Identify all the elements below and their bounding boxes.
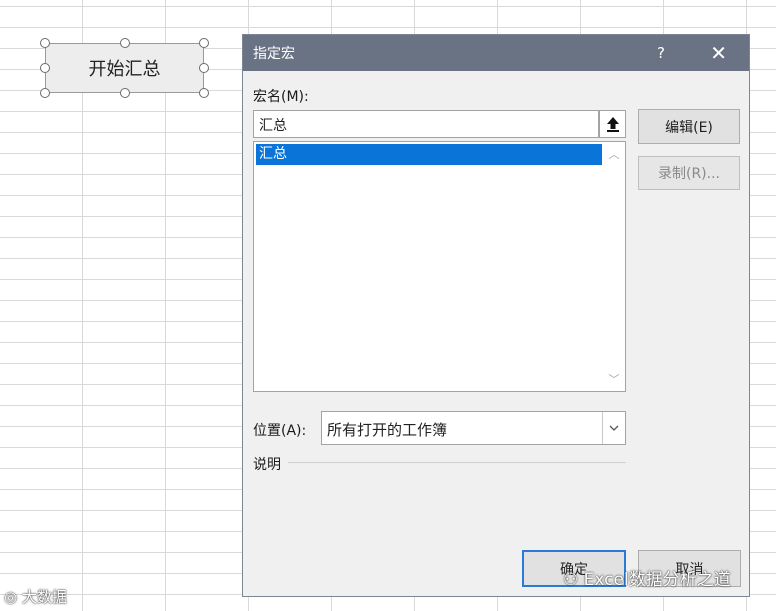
assign-macro-dialog: 指定宏 ? ✕ 宏名(M): 汇总 汇总 ︿ ﹀ 编辑(E) 录制(R)... … — [242, 34, 750, 597]
close-button[interactable]: ✕ — [710, 41, 727, 65]
description-label: 说明 — [253, 457, 281, 473]
macro-name-label: 宏名(M): — [253, 89, 309, 105]
listbox-scrollbar[interactable]: ︿ ﹀ — [603, 142, 625, 391]
location-label: 位置(A): — [253, 423, 307, 439]
edit-button[interactable]: 编辑(E) — [638, 109, 740, 144]
macro-name-input[interactable]: 汇总 — [253, 110, 599, 138]
scroll-up-icon[interactable]: ︿ — [603, 146, 625, 162]
resize-handle-top-left[interactable] — [40, 38, 50, 48]
upload-arrow-icon — [606, 117, 619, 132]
collapse-button[interactable] — [599, 110, 626, 138]
dropdown-arrow-icon[interactable] — [602, 412, 625, 444]
description-separator — [288, 462, 626, 463]
macro-shape-button[interactable]: 开始汇总 — [45, 43, 204, 93]
scroll-down-icon[interactable]: ﹀ — [603, 371, 625, 387]
help-button[interactable]: ? — [657, 44, 665, 62]
wechat-icon: ⚇ — [563, 570, 579, 590]
watermark-right: ⚇ Excel数据分析之道 — [563, 570, 731, 590]
location-value: 所有打开的工作簿 — [327, 421, 448, 439]
resize-handle-bottom-right[interactable] — [199, 88, 209, 98]
record-button[interactable]: 录制(R)... — [638, 156, 740, 190]
resize-handle-right[interactable] — [199, 63, 209, 73]
resize-handle-bottom-left[interactable] — [40, 88, 50, 98]
resize-handle-left[interactable] — [40, 63, 50, 73]
dialog-titlebar: 指定宏 ? ✕ — [243, 35, 749, 71]
macro-list-item[interactable]: 汇总 — [256, 144, 602, 165]
shape-label: 开始汇总 — [88, 59, 161, 80]
resize-handle-bottom[interactable] — [120, 88, 130, 98]
macro-listbox[interactable]: 汇总 ︿ ﹀ — [253, 141, 626, 392]
resize-handle-top-right[interactable] — [199, 38, 209, 48]
watermark-left: ◎ 大数据 — [4, 588, 67, 606]
location-select[interactable]: 所有打开的工作簿 — [321, 411, 626, 445]
watermark-logo-icon: ◎ — [4, 588, 18, 606]
dialog-title: 指定宏 — [253, 46, 295, 62]
resize-handle-top[interactable] — [120, 38, 130, 48]
